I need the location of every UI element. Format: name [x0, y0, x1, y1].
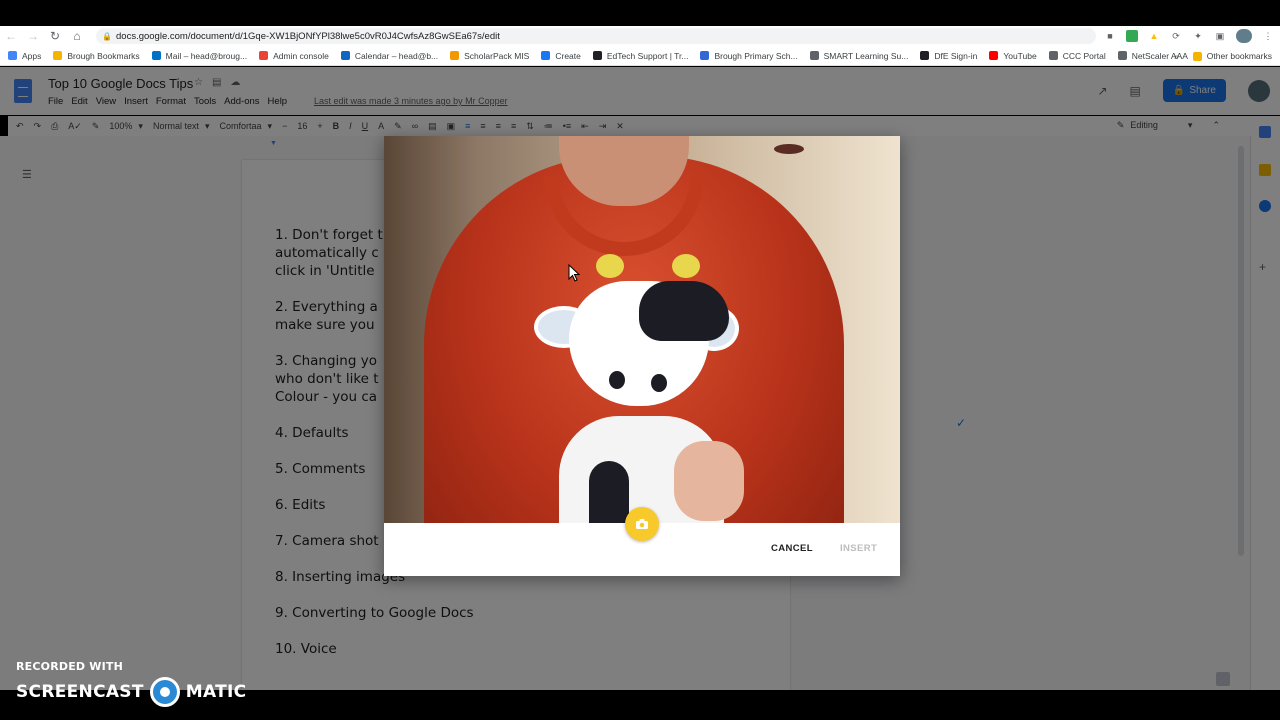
bookmark-favicon-icon [151, 51, 161, 60]
screencast-watermark: RECORDED WITH SCREENCAST MATIC [16, 660, 246, 707]
bookmark-item[interactable]: Calendar – head@b... [340, 50, 439, 61]
take-photo-dialog: CANCEL INSERT [384, 136, 900, 576]
bookmark-item[interactable]: Create [541, 51, 581, 61]
bookmark-label: CCC Portal [1062, 50, 1106, 61]
menu-icon[interactable]: ⋮ [1262, 30, 1274, 42]
bookmark-label: Apps [22, 50, 42, 61]
extension-icons: ■ ▲ ⟳ ✦ ▣ ⋮ [1104, 28, 1274, 44]
cow-horn-left [596, 254, 624, 278]
camera-preview [384, 136, 900, 523]
brand-left: SCREENCAST [16, 682, 144, 702]
recorded-with-text: RECORDED WITH [16, 660, 124, 673]
cow-eye-right [651, 374, 667, 392]
cow-head [569, 281, 729, 406]
bookmark-label: Brough Bookmarks [67, 50, 140, 61]
reload-icon[interactable]: ↻ [44, 29, 66, 43]
sheets-extension-icon[interactable] [1126, 30, 1138, 42]
bookmark-favicon-icon [541, 51, 551, 60]
bookmark-label: DfE Sign-in [934, 50, 978, 61]
other-bookmarks[interactable]: Other bookmarks [1207, 51, 1272, 61]
forward-icon[interactable]: → [22, 29, 44, 43]
puzzle-icon[interactable]: ✦ [1192, 30, 1204, 42]
screen: ← → ↻ ⌂ 🔒 docs.google.com/document/d/1Gq… [0, 0, 1280, 720]
bookmark-favicon-icon [809, 51, 819, 60]
cow-head-patch [639, 281, 729, 341]
toy-cow [534, 254, 744, 523]
bookmark-favicon-icon [700, 51, 710, 60]
cow-eye-left [609, 371, 625, 389]
bookmark-label: YouTube [1003, 50, 1037, 61]
insert-button[interactable]: INSERT [840, 543, 877, 554]
bookmark-favicon-icon [1048, 51, 1058, 60]
bookmark-label: Calendar – head@b... [354, 50, 439, 61]
bookmark-item[interactable]: YouTube [989, 50, 1037, 61]
cow-spot [589, 461, 629, 523]
camera-icon [636, 519, 648, 529]
bookmark-label: SMART Learning Su... [823, 50, 909, 61]
bookmark-favicon-icon [340, 51, 350, 60]
bookmark-favicon-icon [920, 51, 930, 60]
url-text: docs.google.com/document/d/1Gqe-XW1BjONf… [116, 30, 500, 42]
bookmark-favicon-icon [8, 51, 17, 60]
bookmark-favicon-icon [1117, 51, 1127, 60]
cow-horn-right [672, 254, 700, 278]
record-dot-icon [149, 677, 180, 707]
bookmark-favicon-icon [592, 51, 602, 60]
home-icon[interactable]: ⌂ [66, 29, 88, 43]
drive-extension-icon[interactable]: ▲ [1148, 30, 1160, 42]
screencast-logo: SCREENCAST MATIC [16, 677, 246, 707]
bookmark-label: ScholarPack MIS [464, 50, 530, 61]
bookmark-label: Mail – head@broug... [165, 50, 248, 61]
cast-icon[interactable]: ▣ [1214, 30, 1226, 42]
bookmark-item[interactable]: ScholarPack MIS [450, 51, 529, 61]
folder-icon [1192, 51, 1202, 61]
bookmarks-bar: Apps Brough Bookmarks Mail – head@broug...… [0, 46, 1280, 66]
letterbox-top [0, 0, 1280, 26]
bookmark-item[interactable]: Apps [8, 51, 41, 61]
refresh-extension-icon[interactable]: ⟳ [1170, 30, 1182, 42]
bookmark-label: EdTech Support | Tr... [606, 50, 689, 61]
explore-icon[interactable] [1216, 672, 1230, 686]
address-bar-row: ← → ↻ ⌂ 🔒 docs.google.com/document/d/1Gq… [0, 26, 1280, 46]
bookmark-item[interactable]: Brough Primary Sch... [700, 50, 798, 61]
bookmark-label: Brough Primary Sch... [714, 50, 798, 61]
person-mouth [774, 144, 804, 154]
bookmark-label: Create [555, 50, 581, 61]
back-icon[interactable]: ← [0, 29, 22, 43]
bookmark-favicon-icon [989, 51, 999, 60]
cancel-button[interactable]: CANCEL [771, 543, 813, 554]
bookmark-item[interactable]: Brough Bookmarks [53, 50, 140, 61]
bookmark-item[interactable]: EdTech Support | Tr... [592, 50, 689, 61]
brand-right: MATIC [185, 682, 247, 702]
shutter-button[interactable] [625, 507, 659, 541]
mouse-cursor-icon [568, 264, 580, 282]
lock-icon: 🔒 [102, 32, 112, 41]
bookmarks-right: » Other bookmarks [1174, 46, 1272, 66]
bookmark-item[interactable]: CCC Portal [1048, 50, 1106, 61]
bookmark-item[interactable]: Admin console [259, 51, 329, 61]
bookmark-favicon-icon [450, 51, 460, 60]
url-field[interactable]: 🔒 docs.google.com/document/d/1Gqe-XW1BjO… [96, 28, 1096, 44]
bookmarks-overflow[interactable]: » [1174, 51, 1179, 61]
bookmark-favicon-icon [53, 51, 63, 60]
bookmark-item[interactable]: SMART Learning Su... [809, 50, 909, 61]
hand [674, 441, 744, 521]
bookmark-item[interactable]: Mail – head@broug... [151, 50, 248, 61]
bookmark-label: Admin console [273, 50, 329, 61]
bookmark-favicon-icon [259, 51, 269, 60]
camera-extension-icon[interactable]: ■ [1104, 30, 1116, 42]
bookmark-item[interactable]: DfE Sign-in [920, 51, 977, 61]
profile-avatar[interactable] [1236, 29, 1252, 43]
